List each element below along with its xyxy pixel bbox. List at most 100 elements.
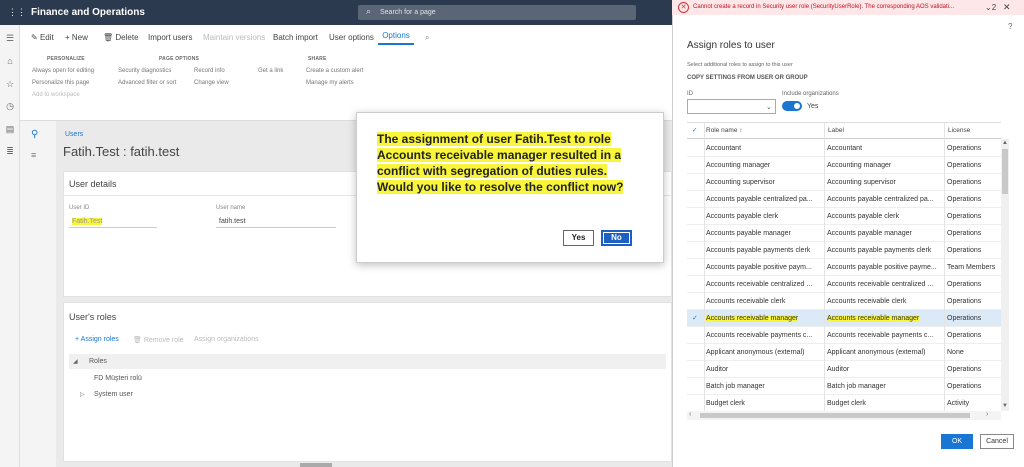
- tree-item[interactable]: System user: [94, 391, 133, 398]
- role-name-cell: Accounts payable positive paym...: [706, 264, 812, 271]
- column-header-label[interactable]: Label: [828, 122, 844, 139]
- column-header-role-name[interactable]: Role name ↑: [706, 122, 743, 139]
- left-navigation: [0, 25, 20, 467]
- grid-row[interactable]: ✓ Accounts receivable manager Accounts rec…: [687, 310, 1001, 327]
- grid-row[interactable]: Accounts receivable centralized ... Accou…: [687, 276, 1001, 293]
- security-diagnostics[interactable]: Security diagnostics: [118, 68, 171, 74]
- scroll-left-icon[interactable]: ‹: [689, 411, 691, 418]
- id-dropdown[interactable]: [687, 99, 776, 114]
- manage-alerts[interactable]: Manage my alerts: [306, 80, 354, 86]
- advanced-filter-sort[interactable]: Advanced filter or sort: [118, 80, 176, 86]
- scroll-up-icon[interactable]: ▲: [1002, 140, 1008, 146]
- user-roles-title[interactable]: User's roles: [69, 312, 116, 322]
- expand-icon[interactable]: ▷: [80, 391, 85, 398]
- cancel-button[interactable]: Cancel: [980, 434, 1014, 449]
- hamburger-icon[interactable]: ☰: [5, 33, 15, 43]
- add-to-workspace[interactable]: Add to workspace: [32, 92, 80, 98]
- tree-item[interactable]: FD Müşteri rolü: [94, 375, 142, 382]
- assign-organizations-button[interactable]: Assign organizations: [194, 336, 259, 343]
- horizontal-scroll-thumb[interactable]: [700, 413, 970, 418]
- favorites-icon[interactable]: ☆: [5, 79, 15, 89]
- batch-import-button[interactable]: Batch import: [273, 33, 318, 42]
- grid-row[interactable]: Batch job manager Batch job manager Operat…: [687, 378, 1001, 395]
- scroll-down-icon[interactable]: ▼: [1002, 403, 1008, 409]
- chevron-down-icon: ⌄: [985, 3, 992, 12]
- modules-icon[interactable]: ≣: [5, 146, 15, 156]
- vertical-scroll-thumb[interactable]: [1002, 149, 1008, 194]
- user-options-button[interactable]: User options: [329, 33, 374, 42]
- grid-row[interactable]: Auditor Auditor Operations: [687, 361, 1001, 378]
- license-cell: Operations: [947, 213, 982, 220]
- column-divider: [824, 122, 825, 411]
- grid-row[interactable]: Accountant Accountant Operations: [687, 140, 1001, 157]
- action-search-icon[interactable]: ⌕: [425, 33, 429, 43]
- grid-row[interactable]: Accounting supervisor Accounting supervis…: [687, 174, 1001, 191]
- grid-row[interactable]: Accounts receivable payments c... Account…: [687, 327, 1001, 344]
- role-name-cell: Accounts receivable payments c...: [706, 332, 813, 339]
- breadcrumb[interactable]: Users: [65, 131, 83, 138]
- always-open-editing[interactable]: Always open for editing: [32, 68, 94, 74]
- select-all-check-icon[interactable]: ✓: [692, 122, 697, 139]
- delete-icon: 🗑: [103, 33, 114, 42]
- grid-row[interactable]: Budget clerk Budget clerk Activity: [687, 395, 1001, 412]
- maintain-versions-button[interactable]: Maintain versions: [203, 33, 265, 42]
- new-button[interactable]: + New: [65, 33, 88, 42]
- app-launcher-icon[interactable]: ⋮⋮: [8, 7, 26, 17]
- grid-row[interactable]: Accounts payable positive paym... Account…: [687, 259, 1001, 276]
- grid-row[interactable]: Applicant anonymous (external) Applicant …: [687, 344, 1001, 361]
- row-check-icon[interactable]: ✓: [692, 310, 698, 327]
- delete-button[interactable]: 🗑 Delete: [103, 33, 139, 42]
- remove-role-button[interactable]: 🗑 Remove role: [133, 336, 184, 344]
- workspaces-icon[interactable]: ▤: [5, 124, 15, 134]
- user-name-value[interactable]: fatih.test: [219, 218, 245, 225]
- main-scroll-thumb[interactable]: [300, 463, 332, 467]
- create-custom-alert[interactable]: Create a custom alert: [306, 68, 363, 74]
- user-details-title[interactable]: User details: [69, 179, 117, 189]
- group-share-header: SHARE: [308, 56, 327, 62]
- edit-button[interactable]: ✎ Edit: [31, 33, 54, 42]
- grid-row[interactable]: Accounts payable centralized pa... Accoun…: [687, 191, 1001, 208]
- column-header-license[interactable]: License: [948, 122, 970, 139]
- label-cell: Accounts payable positive payme...: [827, 264, 937, 271]
- grid-row[interactable]: Accounts payable payments clerk Accounts …: [687, 242, 1001, 259]
- search-placeholder[interactable]: Search for a page: [380, 9, 436, 16]
- no-button[interactable]: No: [601, 230, 632, 246]
- label-cell: Budget clerk: [827, 400, 866, 407]
- grid-row[interactable]: Accounts payable clerk Accounts payable c…: [687, 208, 1001, 225]
- role-name-cell: Accounting manager: [706, 162, 771, 169]
- chevron-down-icon[interactable]: ⌄: [766, 103, 772, 111]
- grid-row[interactable]: Accounts payable manager Accounts payable…: [687, 225, 1001, 242]
- error-message[interactable]: Cannot create a record in Security user …: [693, 4, 954, 10]
- change-view[interactable]: Change view: [194, 80, 229, 86]
- collapse-icon[interactable]: ◢: [73, 358, 78, 365]
- ok-button[interactable]: OK: [941, 434, 973, 449]
- import-users-button[interactable]: Import users: [148, 33, 192, 42]
- get-a-link[interactable]: Get a link: [258, 68, 283, 74]
- close-icon[interactable]: ✕: [1003, 2, 1011, 13]
- label-cell: Accounts payable manager: [827, 230, 912, 237]
- label-cell: Accounts payable payments clerk: [827, 247, 932, 254]
- license-cell: Operations: [947, 366, 982, 373]
- assign-roles-button[interactable]: + Assign roles: [75, 336, 119, 343]
- scroll-right-icon[interactable]: ›: [986, 411, 988, 418]
- grid-row[interactable]: Accounts receivable clerk Accounts receiv…: [687, 293, 1001, 310]
- record-info[interactable]: Record info: [194, 68, 225, 74]
- user-id-value[interactable]: Fatih.Test: [72, 218, 103, 225]
- personalize-page[interactable]: Personalize this page: [32, 80, 89, 86]
- role-name-cell: Accounts payable manager: [706, 230, 791, 237]
- sort-ascending-icon: ↑: [739, 127, 743, 134]
- list-icon[interactable]: ≡: [31, 150, 36, 160]
- role-name-cell: Budget clerk: [706, 400, 745, 407]
- app-title[interactable]: Finance and Operations: [31, 7, 145, 18]
- error-count[interactable]: ⌄2: [985, 3, 996, 12]
- help-icon[interactable]: ?: [1008, 22, 1012, 31]
- group-page-options-header: PAGE OPTIONS: [159, 56, 200, 62]
- grid-row[interactable]: Accounting manager Accounting manager Oper…: [687, 157, 1001, 174]
- recent-icon[interactable]: ◷: [5, 101, 15, 111]
- assign-roles-label: Assign roles: [80, 336, 119, 343]
- filter-icon[interactable]: ⚲: [31, 129, 38, 140]
- tree-root-row[interactable]: [69, 354, 666, 369]
- yes-button[interactable]: Yes: [563, 230, 594, 246]
- home-icon[interactable]: ⌂: [5, 56, 15, 66]
- tab-options[interactable]: Options: [378, 30, 414, 45]
